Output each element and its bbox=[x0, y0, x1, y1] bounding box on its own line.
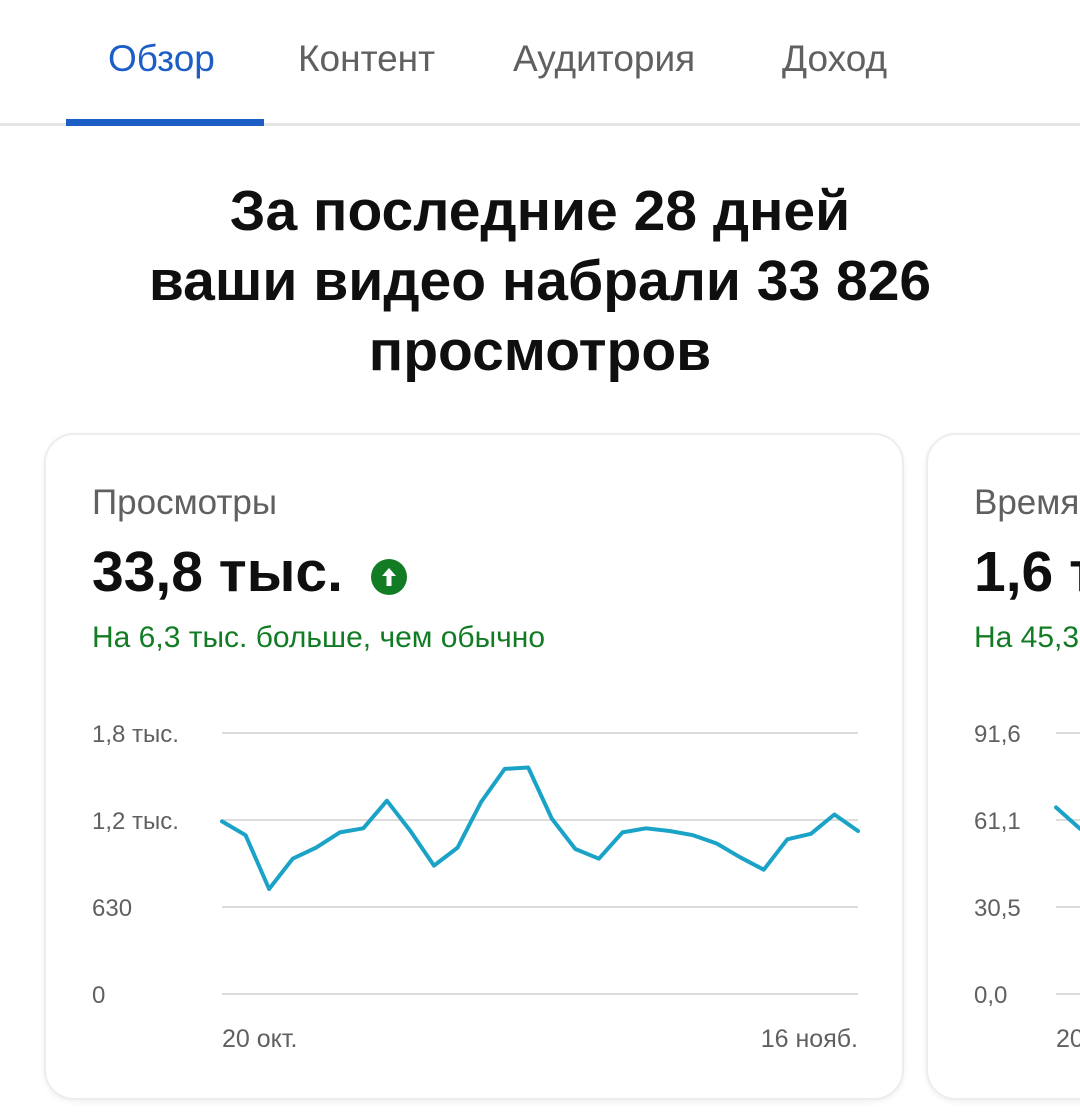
headline-line-1: За последние 28 дней bbox=[229, 179, 851, 243]
y-tick-label: 1,8 тыс. bbox=[92, 721, 179, 748]
tab-overview[interactable]: Обзор bbox=[108, 38, 215, 80]
watch-time-card[interactable]: Время 1,6 т На 45,3 0,030,561,191,620 bbox=[926, 433, 1080, 1100]
summary-headline: За последние 28 дней ваши видео набрали … bbox=[0, 176, 1080, 386]
y-tick-label: 0 bbox=[92, 982, 105, 1009]
y-tick-label: 30,5 bbox=[974, 895, 1021, 922]
tab-revenue[interactable]: Доход bbox=[782, 38, 887, 80]
active-tab-indicator bbox=[66, 119, 264, 126]
headline-line-2: ваши видео набрали 33 826 bbox=[148, 249, 932, 313]
x-tick-label: 20 bbox=[1056, 1025, 1080, 1053]
x-tick-label: 16 нояб. bbox=[761, 1025, 858, 1053]
tab-bar: Обзор Контент Аудитория Доход bbox=[0, 0, 1080, 126]
views-line-chart: 0 630 1,2 тыс. 1,8 тыс. 20 окт. 16 нояб. bbox=[92, 721, 860, 1053]
series-line bbox=[220, 765, 860, 891]
series-line bbox=[1054, 805, 1080, 831]
views-card[interactable]: Просмотры 33,8 тыс. На 6,3 тыс. больше, … bbox=[44, 433, 904, 1100]
headline-line-3: просмотров bbox=[368, 319, 712, 383]
y-tick-label: 61,1 bbox=[974, 808, 1021, 835]
y-tick-label: 630 bbox=[92, 895, 132, 922]
x-tick-label: 20 окт. bbox=[222, 1025, 298, 1053]
y-tick-label: 91,6 bbox=[974, 721, 1021, 748]
tab-content[interactable]: Контент bbox=[298, 38, 435, 80]
y-tick-label: 0,0 bbox=[974, 982, 1007, 1009]
y-tick-label: 1,2 тыс. bbox=[92, 808, 179, 835]
watch-time-line-chart: 0,0 30,5 61,1 91,6 20 bbox=[974, 721, 1080, 1053]
tab-audience[interactable]: Аудитория bbox=[513, 38, 695, 80]
